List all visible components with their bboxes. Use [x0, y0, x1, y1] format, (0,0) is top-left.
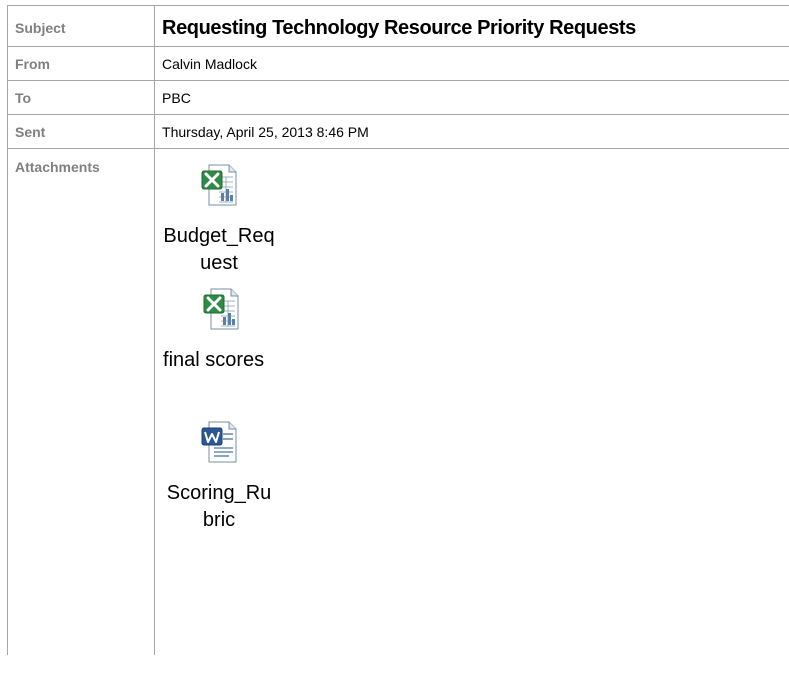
attachments-list: Budget_Request final scores Scoring_Rubr…	[154, 148, 789, 655]
email-header-table: Subject Requesting Technology Resource P…	[6, 5, 789, 655]
sent-label: Sent	[6, 114, 156, 149]
from-value: Calvin Madlock	[154, 46, 789, 81]
attachment-name: final scores	[163, 349, 265, 371]
word-file-icon	[201, 421, 237, 463]
subject-label: Subject	[6, 5, 156, 47]
from-row: From Calvin Madlock	[6, 46, 789, 81]
attachment-budget-request[interactable]: Budget_Request	[163, 163, 275, 277]
excel-file-icon	[201, 164, 237, 206]
attachment-scoring-rubric[interactable]: Scoring_Rubric	[163, 420, 275, 534]
to-label: To	[6, 80, 156, 115]
attachments-label: Attachments	[6, 148, 156, 655]
excel-file-icon	[203, 288, 239, 330]
attachments-row: Attachments Budget_Request final scores …	[6, 148, 789, 655]
to-row: To PBC	[6, 80, 789, 115]
to-value: PBC	[154, 80, 789, 115]
from-label: From	[6, 46, 156, 81]
sent-row: Sent Thursday, April 25, 2013 8:46 PM	[6, 114, 789, 149]
attachment-final-scores[interactable]: final scores	[163, 287, 323, 374]
attachment-name: Scoring_Rubric	[166, 482, 272, 531]
attachment-name: Budget_Request	[163, 225, 275, 274]
subject-row: Subject Requesting Technology Resource P…	[6, 5, 789, 47]
subject-value: Requesting Technology Resource Priority …	[154, 5, 789, 47]
sent-value: Thursday, April 25, 2013 8:46 PM	[154, 114, 789, 149]
